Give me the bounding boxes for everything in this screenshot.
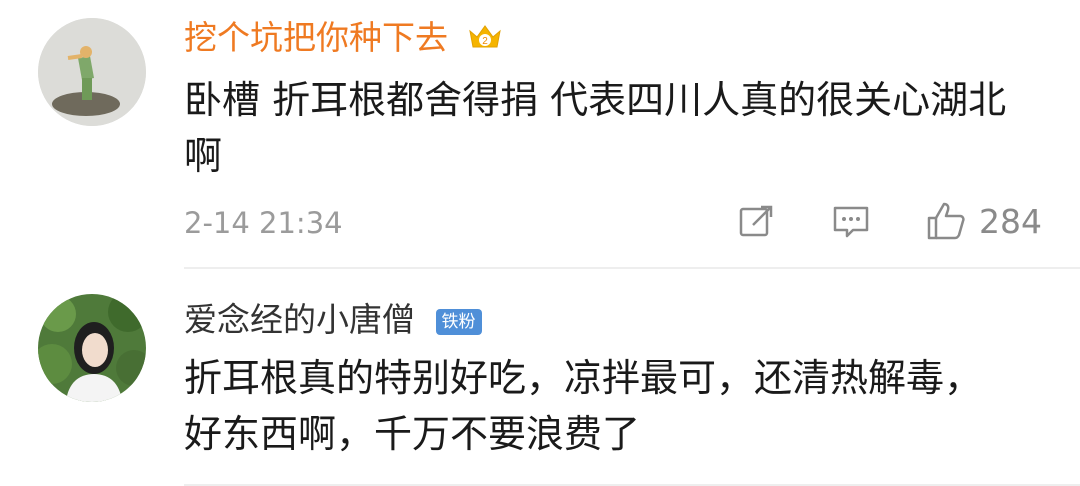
repost-icon (739, 205, 773, 237)
comment-text: 折耳根真的特别好吃，凉拌最可，还清热解毒， 好东西啊，千万不要浪费了 (184, 350, 1064, 462)
avatar-image (38, 294, 146, 402)
username[interactable]: 爱念经的小唐僧 铁粉 (184, 300, 482, 340)
reply-button[interactable] (831, 201, 871, 241)
crown-level-badge-icon: 2 (467, 20, 503, 60)
svg-text:2: 2 (482, 36, 488, 47)
timestamp: 2-14 21:34 (184, 206, 343, 240)
like-count: 284 (979, 201, 1042, 241)
like-button[interactable]: 284 (925, 200, 1042, 242)
comment-icon (833, 206, 869, 238)
like-icon (927, 202, 965, 240)
comment-line: 好东西啊，千万不要浪费了 (184, 412, 641, 456)
username-text[interactable]: 爱念经的小唐僧 (184, 300, 415, 339)
comment-line: 啊 (184, 134, 223, 178)
username[interactable]: 挖个坑把你种下去 2 (184, 18, 503, 60)
comment-item: 爱念经的小唐僧 铁粉 折耳根真的特别好吃，凉拌最可，还清热解毒， 好东西啊，千万… (0, 268, 1080, 486)
comment-line: 折耳根真的特别好吃，凉拌最可，还清热解毒， (184, 356, 983, 400)
repost-button[interactable] (737, 201, 777, 241)
comment-line: 卧槽 折耳根都舍得捐 代表四川人真的很关心湖北 (184, 78, 1007, 122)
comment-actions: 284 (683, 200, 1042, 242)
username-text[interactable]: 挖个坑把你种下去 (184, 18, 448, 57)
fan-badge: 铁粉 (435, 308, 482, 335)
avatar[interactable] (38, 18, 146, 126)
comment-item: 挖个坑把你种下去 2 卧槽 折耳根都舍得捐 代表四川人真的很关心湖北 啊 2-1… (0, 0, 1080, 268)
avatar-image (38, 18, 146, 126)
avatar[interactable] (38, 294, 146, 402)
comment-text: 卧槽 折耳根都舍得捐 代表四川人真的很关心湖北 啊 (184, 72, 1064, 184)
